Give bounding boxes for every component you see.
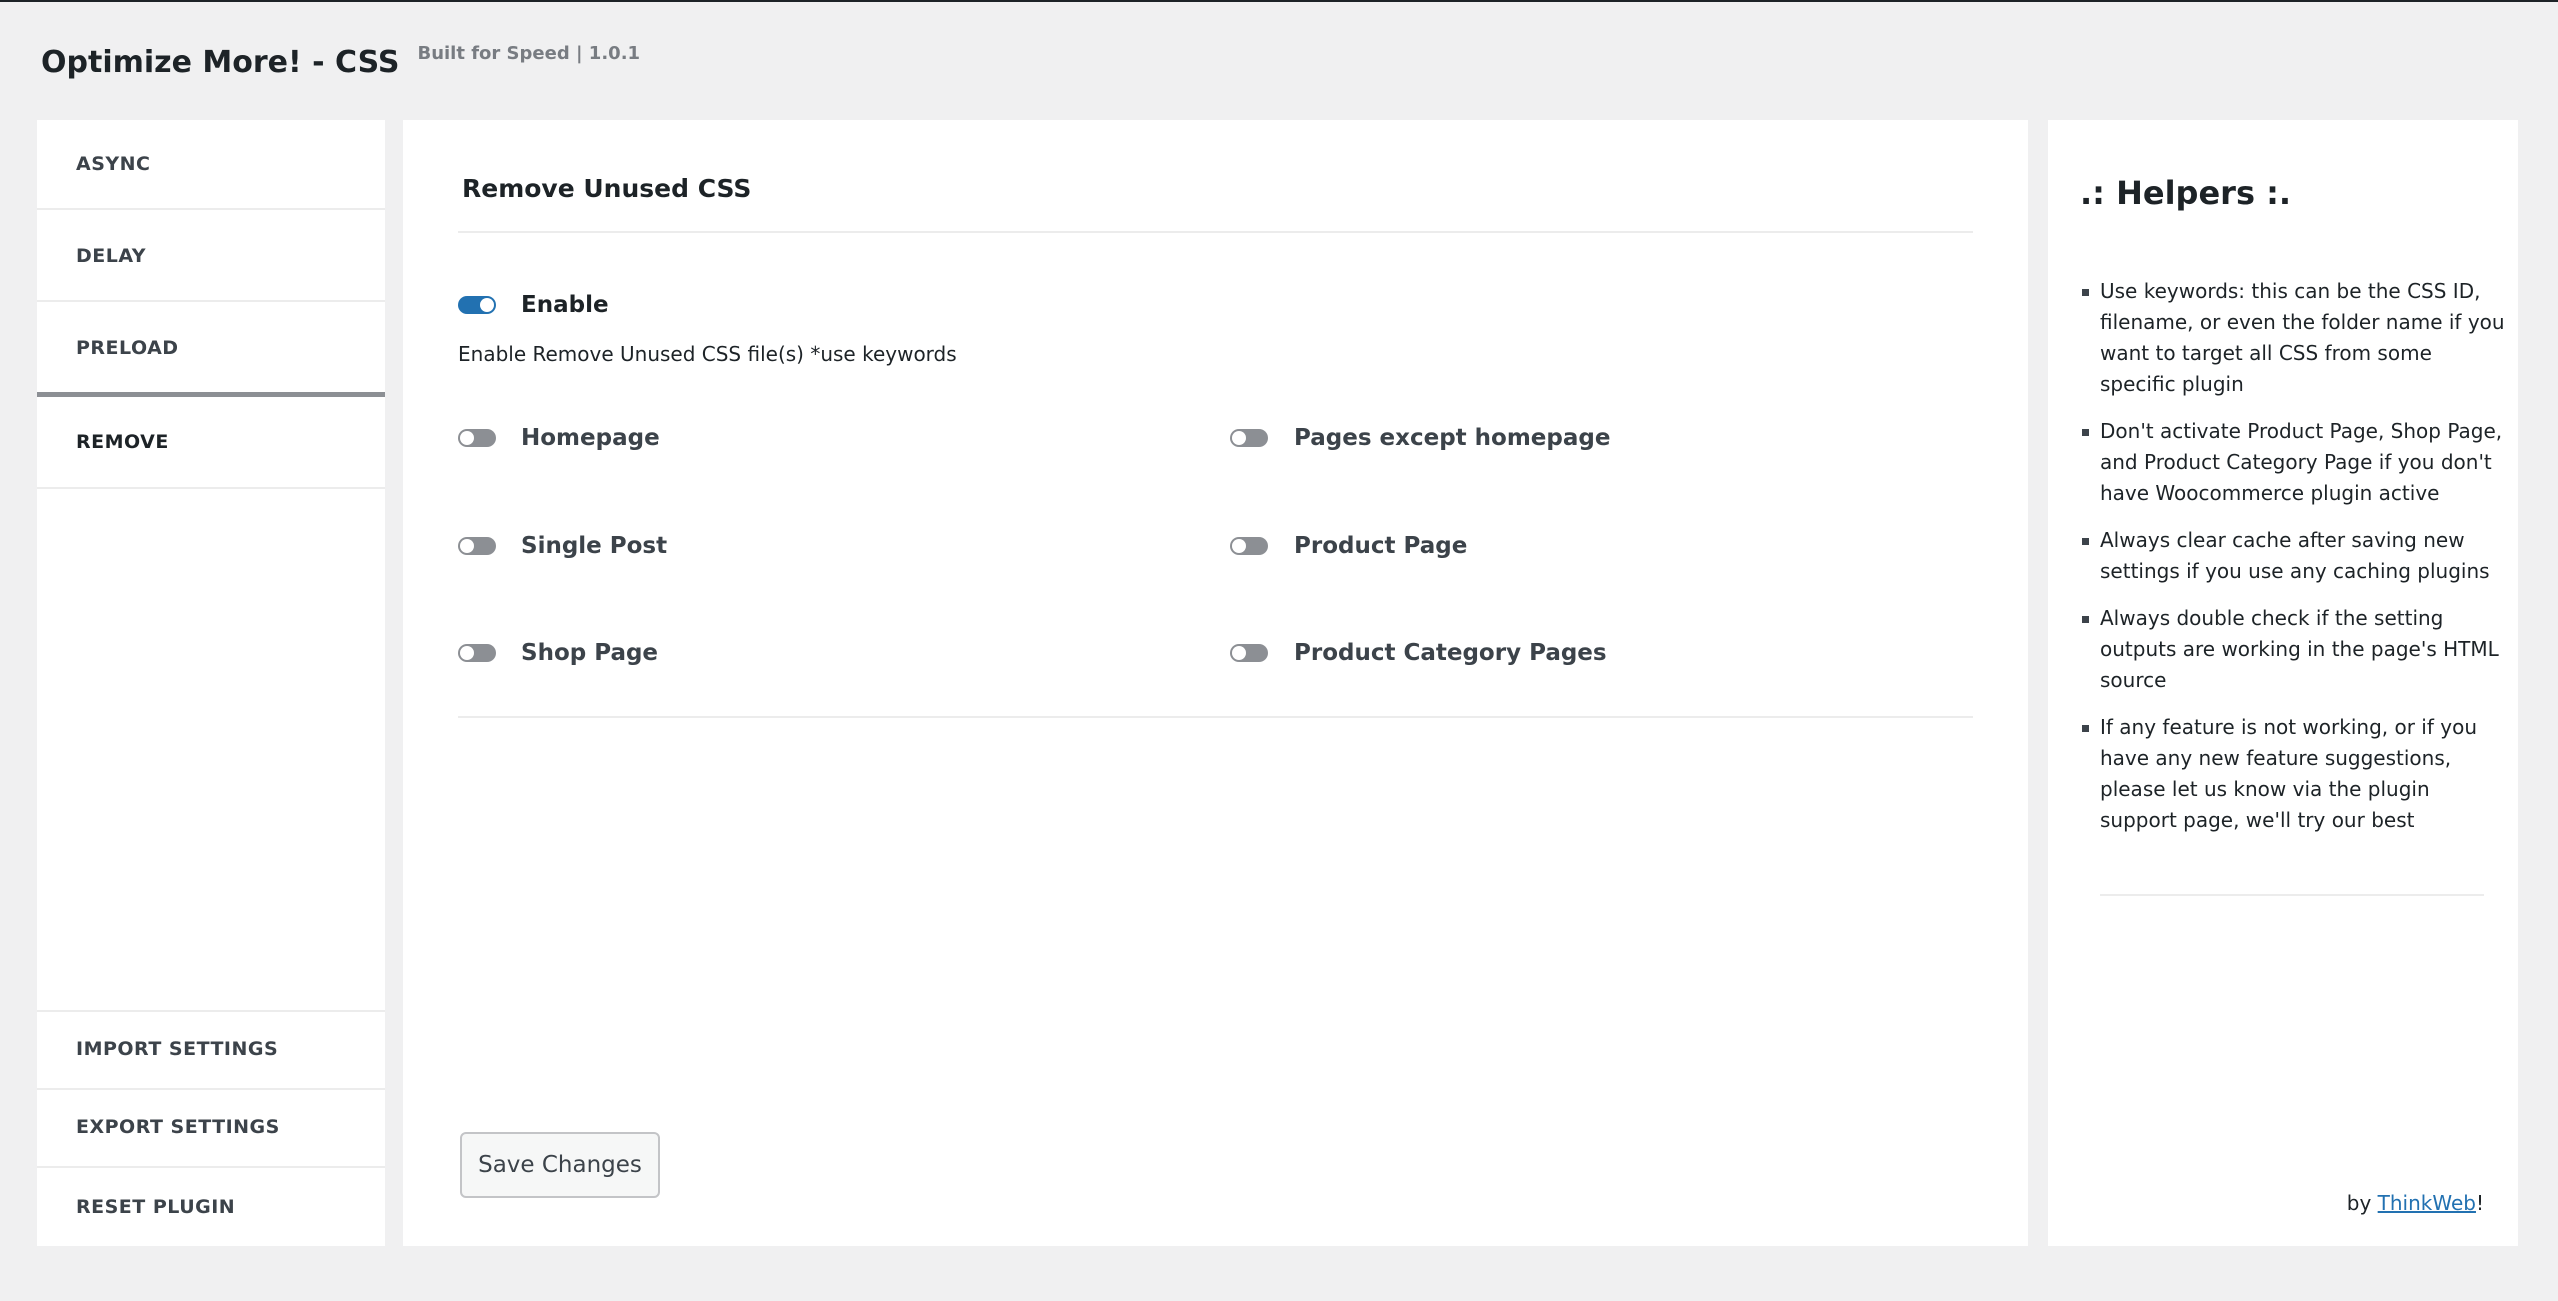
sidebar-nav: ASYNC DELAY PRELOAD REMOVE IMPORT SETTIN… [37,120,385,1246]
tab-preload[interactable]: PRELOAD [37,304,385,394]
enable-label: Enable [521,292,609,318]
helper-item: Always double check if the setting outpu… [2082,603,2508,696]
helper-item: Always clear cache after saving new sett… [2082,525,2508,587]
helper-item: If any feature is not working, or if you… [2082,712,2508,836]
shop-page-toggle[interactable] [458,644,496,662]
product-category-pages-label: Product Category Pages [1294,640,1607,666]
homepage-toggle[interactable] [458,429,496,447]
single-post-label: Single Post [521,533,668,559]
bullet-icon [2082,429,2089,436]
helpers-divider [2100,894,2484,896]
save-changes-button[interactable]: Save Changes [460,1132,660,1198]
reset-plugin-tab[interactable]: RESET PLUGIN [37,1166,385,1246]
app-title: Optimize More! - CSS [41,45,400,80]
settings-panel: Remove Unused CSS Enable Enable Remove U… [403,120,2028,1246]
single-post-toggle[interactable] [458,537,496,555]
top-border [0,0,2558,2]
product-page-label: Product Page [1294,533,1468,559]
section-title: Remove Unused CSS [462,174,752,203]
section-divider [458,231,1973,233]
options-divider [458,716,1973,718]
tab-async[interactable]: ASYNC [37,120,385,210]
tab-remove[interactable]: REMOVE [37,392,385,489]
helper-item: Use keywords: this can be the CSS ID, fi… [2082,276,2508,400]
pages-except-homepage-label: Pages except homepage [1294,425,1611,451]
product-category-pages-toggle[interactable] [1230,644,1268,662]
export-settings-tab[interactable]: EXPORT SETTINGS [37,1088,385,1164]
credit-line: by ThinkWeb! [2346,1191,2484,1215]
page-header: Optimize More! - CSS Built for Speed | 1… [41,44,640,82]
homepage-label: Homepage [521,425,660,451]
import-settings-tab[interactable]: IMPORT SETTINGS [37,1010,385,1086]
helpers-list: Use keywords: this can be the CSS ID, fi… [2082,276,2508,852]
helpers-panel: .: Helpers :. Use keywords: this can be … [2048,120,2518,1246]
enable-toggle[interactable] [458,296,496,314]
bullet-icon [2082,725,2089,732]
helper-item: Don't activate Product Page, Shop Page, … [2082,416,2508,509]
product-page-toggle[interactable] [1230,537,1268,555]
pages-except-homepage-toggle[interactable] [1230,429,1268,447]
bullet-icon [2082,289,2089,296]
tab-delay[interactable]: DELAY [37,212,385,302]
bullet-icon [2082,616,2089,623]
thinkweb-link[interactable]: ThinkWeb [2378,1191,2476,1215]
app-subtitle: Built for Speed | 1.0.1 [417,43,641,64]
helpers-title: .: Helpers :. [2080,174,2292,212]
bullet-icon [2082,538,2089,545]
enable-description: Enable Remove Unused CSS file(s) *use ke… [458,342,957,366]
shop-page-label: Shop Page [521,640,659,666]
